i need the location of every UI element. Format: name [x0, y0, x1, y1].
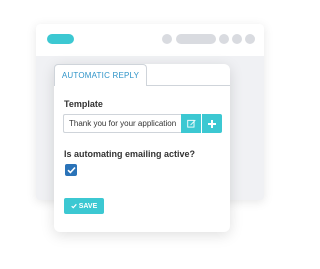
check-icon — [70, 203, 77, 209]
template-input[interactable]: Thank you for your application — [63, 114, 181, 133]
tab-underline — [147, 85, 230, 86]
browser-accent-pill — [47, 34, 74, 44]
add-template-button[interactable] — [202, 114, 222, 133]
plus-icon — [208, 119, 216, 128]
pencil-edit-icon — [186, 119, 196, 128]
edit-template-button[interactable] — [181, 114, 201, 133]
checkmark-icon — [66, 166, 76, 174]
active-checkbox[interactable] — [65, 164, 77, 176]
active-question-label: Is automating emailing active? — [64, 149, 196, 159]
template-input-group: Thank you for your application — [63, 114, 222, 133]
tab-automatic-reply[interactable]: AUTOMATIC REPLY — [54, 64, 147, 86]
save-button-label: SAVE — [78, 202, 98, 210]
browser-dot-4 — [245, 34, 255, 44]
save-button[interactable]: SAVE — [64, 198, 104, 214]
browser-control-pill — [176, 34, 216, 44]
template-label: Template — [64, 99, 103, 109]
tab-automatic-reply-label: AUTOMATIC REPLY — [61, 71, 140, 80]
browser-title-bar — [36, 24, 264, 56]
browser-dot-1 — [162, 34, 172, 44]
browser-dot-2 — [219, 34, 229, 44]
browser-dot-3 — [232, 34, 242, 44]
